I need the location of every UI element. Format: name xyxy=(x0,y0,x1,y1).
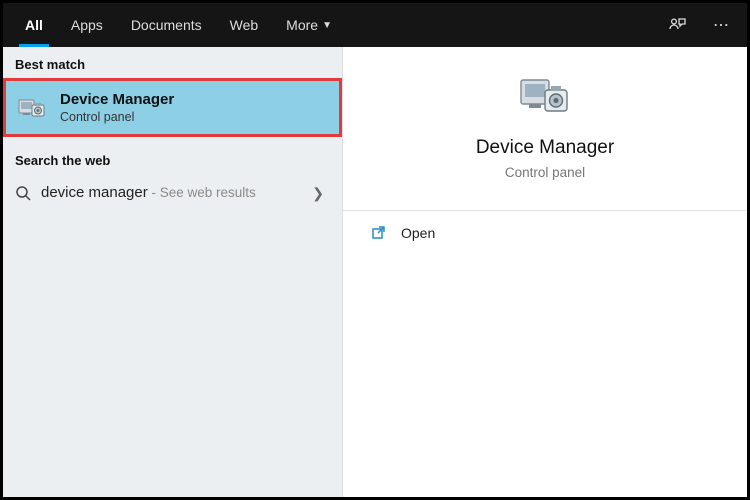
best-match-text: Device Manager Control panel xyxy=(60,91,174,124)
tab-documents[interactable]: Documents xyxy=(117,3,216,47)
search-body: Best match Device Manager Contro xyxy=(3,47,747,497)
web-result[interactable]: device manager - See web results ❯ xyxy=(3,174,342,212)
search-web-header: Search the web xyxy=(3,143,342,174)
open-label: Open xyxy=(401,225,435,241)
device-manager-icon xyxy=(18,97,46,119)
chevron-down-icon: ▼ xyxy=(322,20,332,31)
tab-more[interactable]: More ▼ xyxy=(272,3,346,47)
more-options-icon[interactable]: ⋯ xyxy=(703,15,739,35)
open-action[interactable]: Open xyxy=(343,211,747,255)
web-result-hint: - See web results xyxy=(148,185,256,200)
web-result-text: device manager - See web results xyxy=(41,184,256,202)
search-window: All Apps Documents Web More ▼ ⋯ Best mat… xyxy=(0,0,750,500)
web-result-query: device manager xyxy=(41,184,148,201)
feedback-icon[interactable] xyxy=(667,15,703,35)
tab-apps[interactable]: Apps xyxy=(57,3,117,47)
preview-subtitle: Control panel xyxy=(505,165,585,180)
device-manager-icon xyxy=(519,75,571,119)
results-pane: Best match Device Manager Contro xyxy=(3,47,343,497)
best-match-header: Best match xyxy=(3,47,342,78)
tab-all[interactable]: All xyxy=(11,3,57,47)
tab-more-label: More xyxy=(286,17,318,33)
preview-header: Device Manager Control panel xyxy=(343,47,747,200)
best-match-result[interactable]: Device Manager Control panel xyxy=(3,78,342,137)
tab-web[interactable]: Web xyxy=(216,3,273,47)
best-match-title: Device Manager xyxy=(60,91,174,108)
best-match-subtitle: Control panel xyxy=(60,110,174,124)
search-tabbar: All Apps Documents Web More ▼ ⋯ xyxy=(3,3,747,47)
preview-title: Device Manager xyxy=(476,137,614,159)
chevron-right-icon: ❯ xyxy=(312,185,330,202)
search-icon xyxy=(15,185,31,201)
open-icon xyxy=(371,225,387,241)
preview-pane: Device Manager Control panel Open xyxy=(343,47,747,497)
